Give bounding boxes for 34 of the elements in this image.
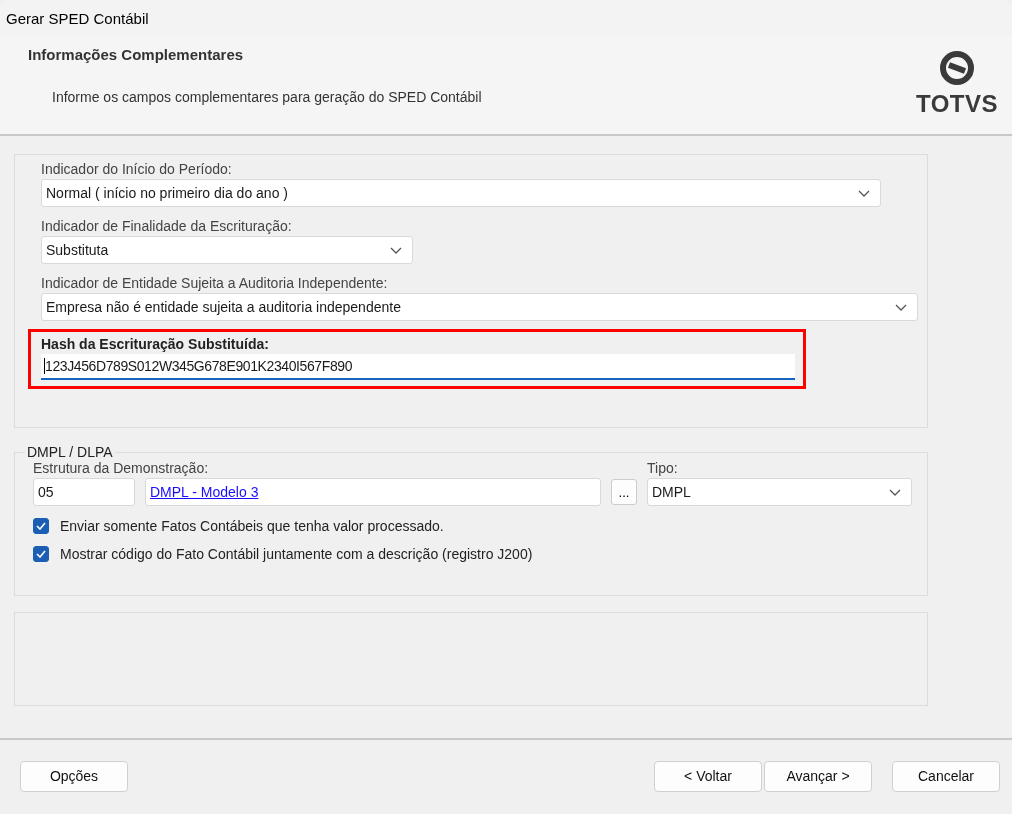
dropdown[interactable]: DMPL [647, 478, 912, 506]
field-label: Indicador de Entidade Sujeita a Auditoria Independente: [41, 275, 389, 291]
chevron-down-icon [889, 488, 901, 496]
dropdown[interactable]: Substituta [41, 236, 413, 264]
field-label: Hash da Escrituração Substituída: [41, 336, 270, 352]
checkmark-icon [36, 550, 46, 558]
input-field[interactable]: 123J456D789S012W345G678E901K2340I567F890 [41, 354, 795, 380]
chevron-down-icon [390, 246, 402, 254]
field-label: Indicador de Finalidade da Escrituração: [41, 218, 293, 234]
field-label: Tipo: [647, 460, 679, 476]
checkbox[interactable] [33, 546, 49, 562]
input-field[interactable]: DMPL - Modelo 3 [145, 478, 601, 506]
logo-icon [937, 50, 976, 86]
chevron-down-icon [858, 189, 870, 197]
input-field[interactable]: 05 [33, 478, 135, 506]
browse-button[interactable]: ... [611, 479, 637, 505]
page-title: Informações Complementares [28, 46, 245, 63]
field-label: Estrutura da Demonstração: [33, 460, 210, 476]
dropdown[interactable]: Empresa não é entidade sujeita a auditoria independente [41, 293, 918, 321]
wizard-button[interactable]: Cancelar [892, 760, 1000, 792]
group-title: DMPL / DLPA [26, 444, 114, 460]
logo-text: TOTVS [915, 90, 998, 118]
checkbox-label: Enviar somente Fatos Contábeis que tenha valor processado. [60, 518, 444, 534]
checkbox[interactable] [33, 518, 49, 534]
wizard-button[interactable]: < Voltar [654, 760, 762, 792]
checkmark-icon [36, 522, 46, 530]
dropdown[interactable]: Normal ( início no primeiro dia do ano ) [41, 179, 881, 207]
chevron-down-icon [895, 303, 907, 311]
field-label: Indicador do Início do Período: [41, 161, 233, 177]
options-button[interactable]: Opções [20, 760, 128, 792]
link[interactable]: DMPL - Modelo 3 [150, 484, 259, 500]
page-subtitle: Informe os campos complementares para geração do SPED Contábil [52, 89, 482, 105]
checkbox-label: Mostrar código do Fato Contábil juntamente com a descrição (registro J200) [60, 546, 533, 562]
wizard-button[interactable]: Avançar > [764, 760, 872, 792]
